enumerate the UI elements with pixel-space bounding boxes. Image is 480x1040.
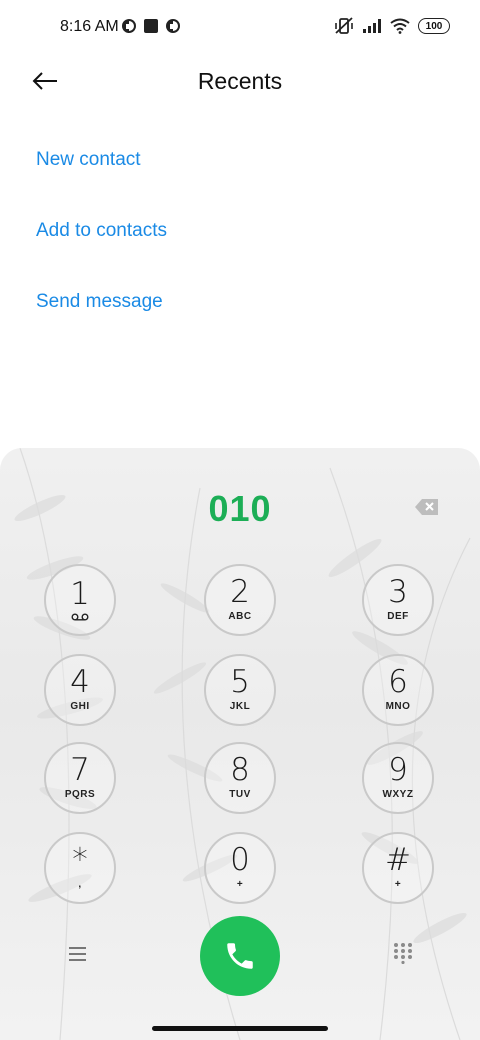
- wifi-icon: [390, 18, 410, 34]
- key-digit: 8: [230, 752, 250, 788]
- key-letters: ABC: [228, 611, 252, 622]
- signal-icon: [363, 19, 381, 33]
- key-digit: 1: [70, 576, 90, 612]
- key-7[interactable]: 7 PQRS: [44, 742, 116, 814]
- keypad-toggle-button[interactable]: [392, 942, 414, 965]
- dialer-panel: 010 1 2 ABC 3 DEF 4 GHI 5 JKL 6 MNO 7 PQ…: [0, 448, 480, 1040]
- key-letters: +: [236, 879, 244, 890]
- key-4[interactable]: 4 GHI: [44, 654, 116, 726]
- menu-icon: [69, 947, 86, 961]
- key-hash[interactable]: # +: [362, 832, 434, 904]
- key-digit: *: [72, 842, 88, 878]
- notification-app-icon: [122, 19, 136, 33]
- add-to-contacts-link[interactable]: Add to contacts: [36, 220, 167, 242]
- key-6[interactable]: 6 MNO: [362, 654, 434, 726]
- send-message-link[interactable]: Send message: [36, 291, 163, 313]
- status-notification-icons: [121, 18, 181, 34]
- key-2[interactable]: 2 ABC: [204, 564, 276, 636]
- delete-button[interactable]: [414, 498, 440, 516]
- key-star[interactable]: * ,: [44, 832, 116, 904]
- key-0[interactable]: 0 +: [204, 832, 276, 904]
- key-digit: 3: [388, 574, 408, 610]
- battery-indicator: 100: [418, 18, 450, 34]
- new-contact-link[interactable]: New contact: [36, 149, 141, 171]
- menu-button[interactable]: [66, 944, 90, 964]
- voicemail-icon: [71, 613, 89, 621]
- key-digit: 7: [70, 752, 90, 788]
- call-button[interactable]: [200, 916, 280, 996]
- key-1[interactable]: 1: [44, 564, 116, 636]
- vibrate-off-icon: [335, 17, 353, 34]
- status-system-icons: 100: [334, 17, 450, 35]
- dialpad-icon: [394, 943, 412, 965]
- key-digit: #: [385, 842, 411, 878]
- key-letters: DEF: [387, 611, 409, 622]
- key-letters: MNO: [385, 701, 411, 712]
- key-8[interactable]: 8 TUV: [204, 742, 276, 814]
- key-letters: ,: [78, 879, 82, 890]
- key-digit: 9: [388, 752, 408, 788]
- app-header: Recents: [0, 56, 480, 108]
- key-letters: WXYZ: [382, 789, 414, 800]
- key-letters: GHI: [70, 701, 90, 712]
- key-5[interactable]: 5 JKL: [204, 654, 276, 726]
- key-letters: PQRS: [64, 789, 96, 800]
- key-digit: 6: [388, 664, 408, 700]
- key-letters: TUV: [229, 789, 251, 800]
- key-9[interactable]: 9 WXYZ: [362, 742, 434, 814]
- key-3[interactable]: 3 DEF: [362, 564, 434, 636]
- key-digit: 5: [230, 664, 250, 700]
- phone-icon: [227, 943, 253, 969]
- page-title: Recents: [197, 68, 283, 94]
- key-letters: +: [394, 879, 402, 890]
- key-letters: JKL: [229, 701, 251, 712]
- home-indicator[interactable]: [152, 1026, 328, 1031]
- status-time: 8:16 AM: [60, 18, 119, 35]
- key-digit: 0: [230, 842, 250, 878]
- backspace-icon: [415, 499, 438, 515]
- key-digit: 2: [230, 574, 250, 610]
- notification-app-icon-2: [166, 19, 180, 33]
- dialed-number: 010: [208, 488, 272, 529]
- notification-square-icon: [144, 19, 158, 33]
- key-digit: 4: [70, 664, 90, 700]
- status-bar: 8:16 AM 100: [0, 0, 480, 56]
